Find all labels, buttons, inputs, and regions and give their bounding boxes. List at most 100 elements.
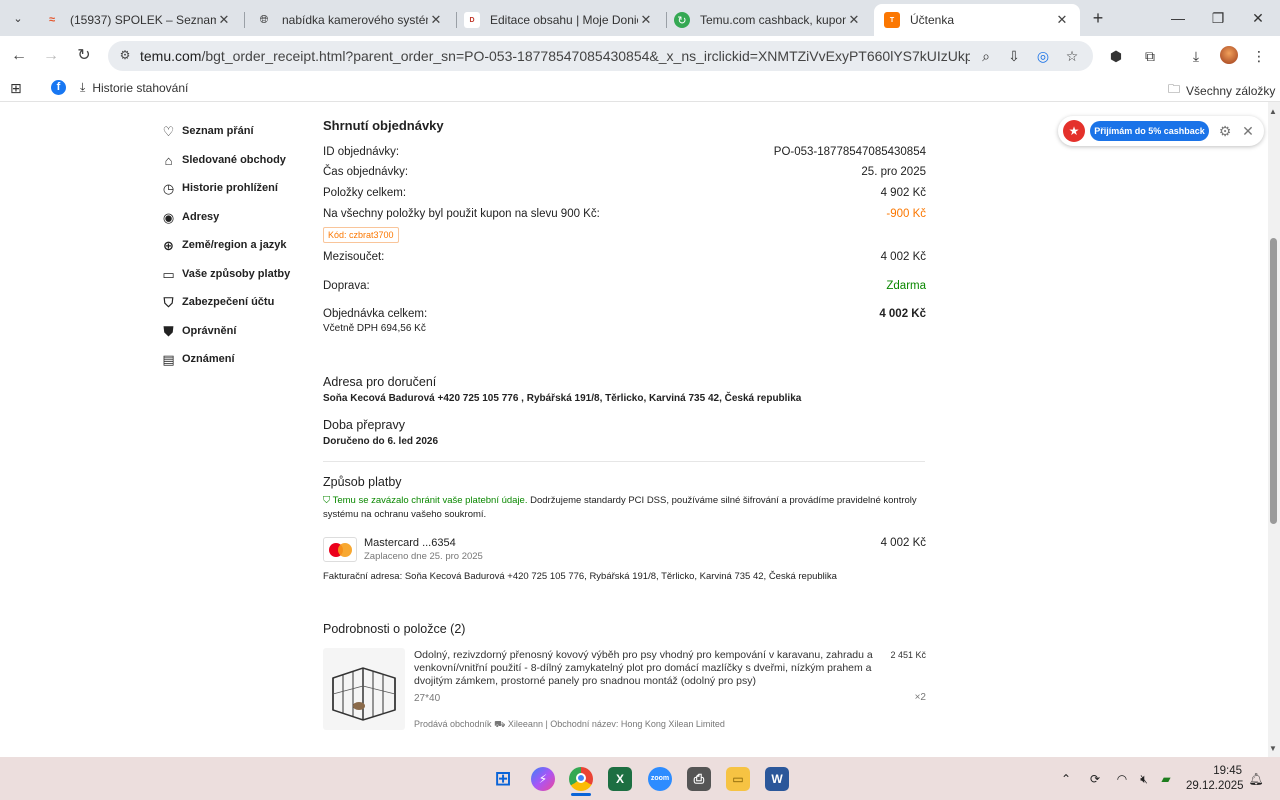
back-arrow-icon[interactable]: ←: [8, 46, 30, 66]
sidebar-item-addresses[interactable]: ◉ Adresy: [161, 206, 219, 228]
minimize-icon[interactable]: —: [1168, 8, 1188, 28]
sidebar-item-country-language[interactable]: ⊕ Země/region a jazyk: [161, 234, 287, 256]
site-info-icon[interactable]: ⚙: [117, 48, 133, 64]
restore-icon[interactable]: ❐: [1208, 8, 1228, 28]
sidebar-item-browsing-history[interactable]: ◷ Historie prohlížení: [161, 177, 278, 199]
delivery-address-title: Adresa pro doručení: [323, 375, 437, 389]
tab-title: Temu.com cashback, kupony a: [700, 13, 846, 27]
shield-icon: ⛉: [163, 294, 174, 310]
payment-amount: 4 002 Kč: [880, 537, 926, 549]
scroll-up-icon[interactable]: ▲: [1269, 107, 1277, 116]
product-variant: 27*40: [414, 693, 441, 704]
extensions-puzzle-icon[interactable]: ⧉: [1140, 47, 1160, 65]
payment-title: Způsob platby: [323, 475, 402, 489]
downloads-history-bookmark[interactable]: ⤓ Historie stahování: [80, 80, 188, 95]
tab-search-button[interactable]: ⌄: [7, 7, 29, 29]
start-windows-icon[interactable]: ⊞: [491, 767, 515, 791]
forward-arrow-icon[interactable]: →: [40, 46, 62, 66]
zoom-icon[interactable]: ⌕: [976, 47, 996, 65]
sidebar-item-payment-methods[interactable]: ▭ Vaše způsoby platby: [161, 263, 290, 285]
file-explorer-icon[interactable]: ▭: [726, 767, 750, 791]
globe-icon: 🌐︎: [259, 13, 269, 26]
sidebar-item-label: Seznam přání: [182, 125, 254, 137]
vat-note: Včetně DPH 694,56 Kč: [323, 323, 426, 334]
close-tab-icon[interactable]: ✕: [216, 12, 232, 28]
excel-icon[interactable]: X: [608, 767, 632, 791]
product-title-line1[interactable]: Odolný, rezivzdorný přenosný kovový výbě…: [414, 649, 873, 661]
scrollbar-thumb[interactable]: [1270, 238, 1277, 524]
close-tab-icon[interactable]: ✕: [1054, 12, 1070, 28]
sidebar-item-wishlist[interactable]: ♡ Seznam přání: [161, 120, 254, 142]
paid-on: Zaplaceno dne 25. pro 2025: [364, 551, 483, 562]
extension-shield-icon[interactable]: ⬢: [1106, 47, 1126, 65]
downloads-icon[interactable]: ⤓: [1186, 47, 1206, 65]
facebook-bookmark[interactable]: f: [51, 80, 66, 95]
lens-icon[interactable]: ◎: [1033, 47, 1053, 65]
battery-charging-icon[interactable]: ▰: [1158, 771, 1174, 787]
card-name: Mastercard ...6354: [364, 537, 456, 549]
sidebar-item-label: Vaše způsoby platby: [182, 268, 291, 280]
seller-name[interactable]: Xileeann: [508, 719, 543, 729]
close-window-icon[interactable]: ✕: [1248, 8, 1268, 28]
sidebar-item-notifications[interactable]: ▤ Oznámení: [161, 348, 234, 370]
word-icon[interactable]: W: [765, 767, 789, 791]
volume-muted-icon[interactable]: 🔇︎: [1136, 771, 1152, 787]
chrome-icon[interactable]: [569, 767, 593, 791]
section-divider: [323, 461, 925, 462]
notification-icon: ▤: [162, 351, 175, 367]
tab-donio[interactable]: D Editace obsahu | Moje Donio | ✕: [454, 4, 664, 36]
scroll-down-icon[interactable]: ▼: [1269, 744, 1277, 753]
sync-icon[interactable]: ⟳: [1087, 771, 1103, 787]
shipping-label: Doprava:: [323, 280, 370, 292]
all-bookmarks-button[interactable]: 🗀︎ Všechny záložky: [1168, 80, 1275, 101]
business-name: Obchodní název: Hong Kong Xilean Limited: [550, 719, 725, 729]
messenger-icon[interactable]: ⚡: [531, 767, 555, 791]
notification-center-icon[interactable]: 🔔︎: [1248, 771, 1264, 787]
zoom-app-icon[interactable]: zoom: [648, 767, 672, 791]
apps-grid-icon[interactable]: ⊞: [10, 80, 22, 97]
settings-gear-icon[interactable]: ⚙: [1217, 122, 1233, 140]
cashback-icon: ↻: [674, 12, 690, 28]
sidebar-item-followed-stores[interactable]: ⌂ Sledované obchody: [161, 149, 286, 171]
wifi-icon[interactable]: ◠: [1114, 771, 1130, 787]
sidebar-item-label: Zabezpečení účtu: [182, 296, 275, 308]
close-tab-icon[interactable]: ✕: [428, 12, 444, 28]
product-image[interactable]: [323, 648, 405, 730]
url-host: temu.com: [140, 48, 202, 64]
temu-icon: T: [884, 12, 900, 28]
system-clock[interactable]: 19:45 29.12.2025: [1186, 764, 1244, 794]
tab-cashback[interactable]: ↻ Temu.com cashback, kupony a ✕: [664, 4, 872, 36]
accept-cashback-button[interactable]: Přijímám do 5% cashback: [1090, 121, 1209, 141]
close-tab-icon[interactable]: ✕: [846, 12, 862, 28]
sidebar-item-permissions[interactable]: ⛊ Oprávnění: [161, 320, 237, 342]
order-total-value: 4 002 Kč: [879, 308, 926, 320]
install-app-icon[interactable]: ⇩: [1004, 47, 1024, 65]
product-title-line2[interactable]: venkovní/vnitřní použití - 8-dílný zamyk…: [414, 662, 872, 674]
menu-dots-icon[interactable]: ⋮: [1249, 47, 1269, 65]
cashback-logo-icon: ★: [1063, 120, 1085, 142]
product-price: 2 451 Kč: [890, 650, 926, 660]
order-time-label: Čas objednávky:: [323, 166, 409, 178]
url-path: /bgt_order_receipt.html?parent_order_sn=…: [201, 48, 970, 64]
tab-title: Účtenka: [910, 13, 955, 27]
download-icon: ⤓: [80, 80, 86, 94]
sidebar-item-label: Adresy: [182, 211, 220, 223]
reload-icon[interactable]: ↻: [73, 46, 95, 66]
tab-camera-offer[interactable]: 🌐︎ nabídka kamerového systému... ✕: [246, 4, 454, 36]
sidebar-item-label: Oprávnění: [182, 325, 237, 337]
tab-receipt[interactable]: T Účtenka ✕: [874, 4, 1080, 36]
items-total-value: 4 902 Kč: [880, 187, 926, 199]
bookmark-star-icon[interactable]: ☆: [1062, 47, 1082, 65]
new-tab-button[interactable]: +: [1088, 8, 1108, 28]
product-title-line3[interactable]: dvojitým zámkem, prostorné panely pro sn…: [414, 675, 756, 687]
tab-email[interactable]: ≈ (15937) SPOLEK – Seznam Email ✕: [34, 4, 242, 36]
permission-icon: ⛊: [163, 323, 174, 339]
sidebar-item-account-security[interactable]: ⛉ Zabezpečení účtu: [161, 291, 275, 313]
tray-overflow-icon[interactable]: ⌃: [1058, 771, 1074, 787]
sidebar-item-label: Historie prohlížení: [182, 182, 278, 194]
url-text[interactable]: temu.com/bgt_order_receipt.html?parent_o…: [140, 48, 970, 64]
scanner-icon[interactable]: ⎙: [687, 767, 711, 791]
profile-avatar[interactable]: [1220, 46, 1238, 64]
close-icon[interactable]: ✕: [1240, 122, 1256, 140]
close-tab-icon[interactable]: ✕: [638, 12, 654, 28]
